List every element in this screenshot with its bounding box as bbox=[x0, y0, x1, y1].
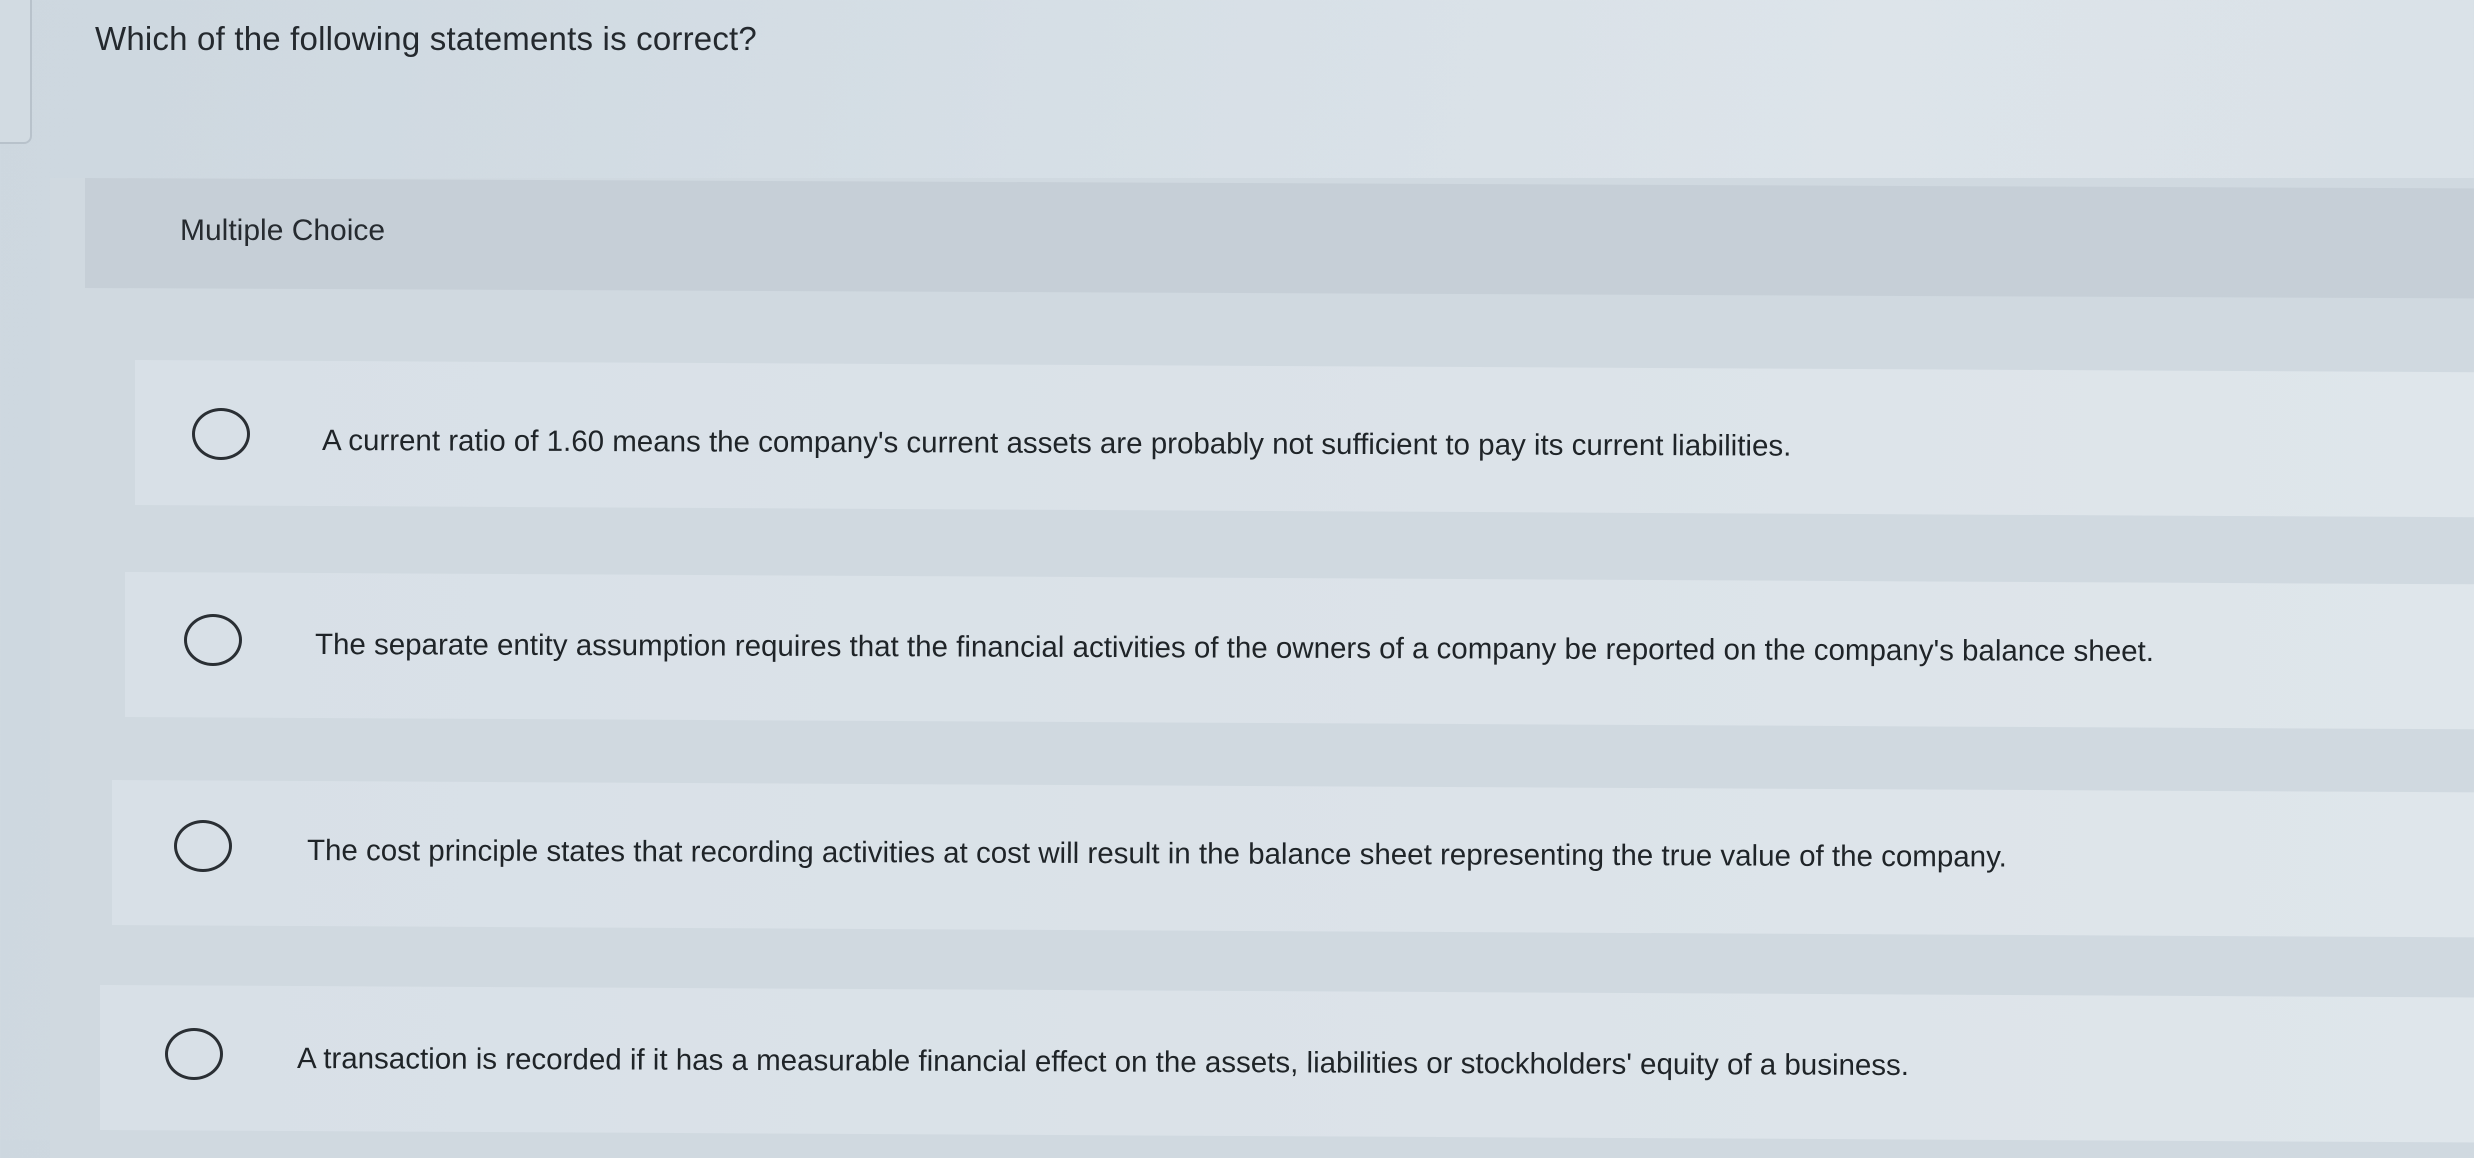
answer-option-text: The separate entity assumption requires … bbox=[314, 628, 2155, 669]
radio-button[interactable] bbox=[174, 820, 232, 872]
radio-button[interactable] bbox=[192, 408, 250, 460]
answer-option-text: A transaction is recorded if it has a me… bbox=[296, 1042, 1910, 1083]
question-text: Which of the following statements is cor… bbox=[95, 20, 757, 57]
panel-header-label: Multiple Choice bbox=[180, 214, 386, 247]
panel-header bbox=[85, 178, 2474, 299]
radio-button[interactable] bbox=[165, 1028, 223, 1080]
answer-option-text: The cost principle states that recording… bbox=[306, 834, 2007, 874]
answer-option-text: A current ratio of 1.60 means the compan… bbox=[321, 424, 1792, 463]
side-tab bbox=[0, 0, 32, 144]
radio-button[interactable] bbox=[184, 614, 242, 666]
